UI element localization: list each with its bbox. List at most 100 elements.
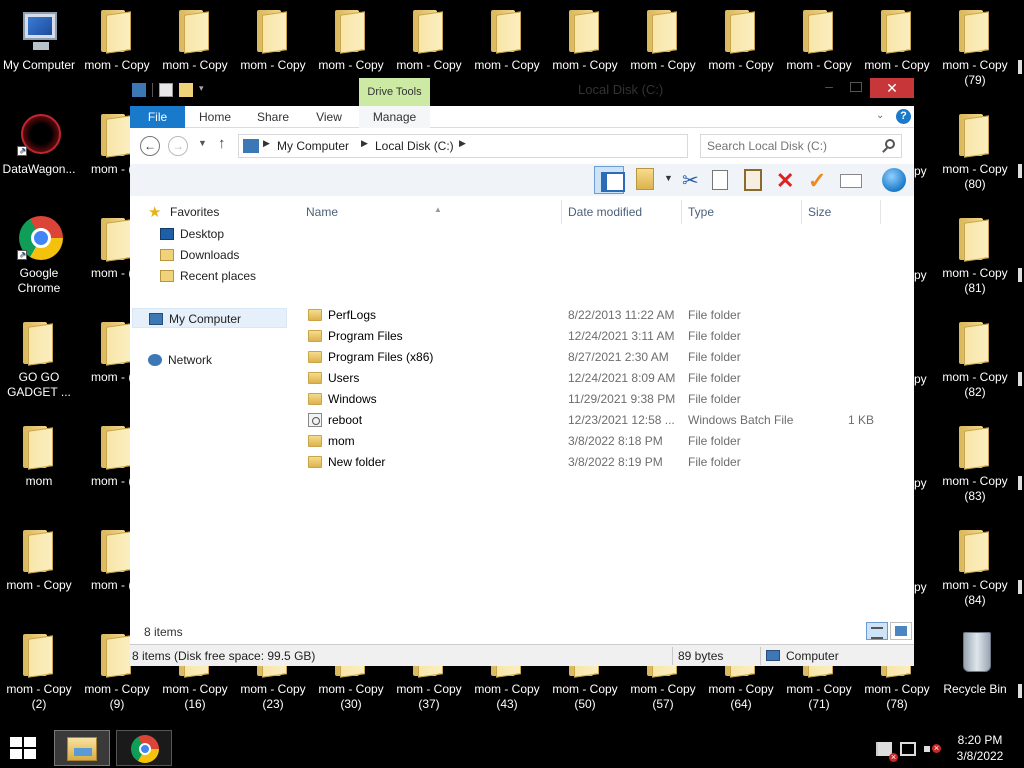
tab-file[interactable]: File [130,106,185,128]
column-divider[interactable] [681,200,682,224]
desktop-icon-top-1[interactable]: mom - Copy [156,6,234,73]
sidebar-item-label: Recent places [180,269,257,283]
desktop-icon-google-chrome[interactable]: ↗ Google Chrome [0,214,78,296]
column-header-type[interactable]: Type [688,200,788,224]
maximize-button[interactable] [842,78,868,98]
desktop-icon-top-6[interactable]: mom - Copy [546,6,624,73]
desktop-icon-top-8[interactable]: mom - Copy [702,6,780,73]
desktop-icon-label: mom [25,474,53,488]
sidebar-item-network[interactable]: Network [148,350,212,370]
globe-icon[interactable] [882,168,906,192]
rename-icon[interactable] [840,174,862,188]
column-divider[interactable] [801,200,802,224]
breadcrumb-chevron-icon[interactable]: ▶ [263,138,270,149]
desktop-icon-top-9[interactable]: mom - Copy [780,6,858,73]
breadcrumb-chevron-icon[interactable]: ▶ [459,138,466,149]
column-divider[interactable] [880,200,881,224]
address-bar[interactable]: ▶ My Computer ▶ Local Disk (C:) ▶ ⌄ ↻ [238,134,787,158]
forward-button[interactable]: → [168,136,188,156]
volume-muted-icon[interactable] [924,742,941,756]
folder-icon [308,393,322,405]
desktop-icon-go-go-gadget[interactable]: GO GO GADGET ... [0,318,78,400]
column-header-date[interactable]: Date modified [568,200,678,224]
file-date: 8/27/2021 2:30 AM [568,350,669,364]
desktop-icon-mom-copy-3[interactable]: mom - Copy [78,6,156,73]
desktop-icon-mom-copy-81[interactable]: mom - Copy (81) [936,214,1014,296]
tab-view[interactable]: View [304,106,354,128]
close-button[interactable]: ✕ [870,78,914,98]
desktop-icon-mom-copy-82[interactable]: mom - Copy (82) [936,318,1014,400]
back-button[interactable]: ← [140,136,160,156]
column-header-size[interactable]: Size [808,200,878,224]
details-view-button[interactable] [866,622,888,640]
minimize-button[interactable]: – [816,78,842,98]
start-button[interactable] [10,737,38,761]
desktop-icon-top-5[interactable]: mom - Copy [468,6,546,73]
desktop-icon-mom-copy-83[interactable]: mom - Copy (83) [936,422,1014,504]
delete-icon[interactable]: ✕ [776,168,802,194]
file-row[interactable]: Program Files (x86) 8/27/2021 2:30 AM File… [298,347,914,368]
properties-button[interactable] [636,168,654,190]
file-row[interactable]: mom 3/8/2022 8:18 PM File folder [298,431,914,452]
breadcrumb-my-computer[interactable]: My Computer [277,139,349,153]
file-row[interactable]: Program Files 12/24/2021 3:11 AM File fold… [298,326,914,347]
status-divider [760,647,761,665]
cut-icon[interactable]: ✂ [682,168,708,194]
file-row[interactable]: Windows 11/29/2021 9:38 PM File folder [298,389,914,410]
desktop-icon-label: mom - Copy (80) [942,162,1008,191]
tab-share[interactable]: Share [248,106,298,128]
new-folder-icon[interactable] [179,83,193,97]
qat-dropdown-icon[interactable]: ▾ [199,83,213,97]
desktop-icon-mom-copy-80[interactable]: mom - Copy (80) [936,110,1014,192]
desktop-icon-mom-copy-2[interactable]: mom - Copy (2) [0,630,78,712]
folder-icon [308,435,322,447]
file-row[interactable]: PerfLogs 8/22/2013 11:22 AM File folder [298,305,914,326]
breadcrumb-local-disk[interactable]: Local Disk (C:) [375,139,454,153]
desktop-icon-my-computer[interactable]: My Computer [0,6,78,73]
desktop-icon-mom-copy[interactable]: mom - Copy [0,526,78,593]
desktop-icon-datawagon[interactable]: ↗ DataWagon... [0,110,78,177]
recent-locations-icon[interactable]: ▼ [198,138,207,148]
desktop-icon-mom-copy-79[interactable]: mom - Copy (79) [936,6,1014,88]
desktop-icon-top-2[interactable]: mom - Copy [234,6,312,73]
sidebar-item-recent-places[interactable]: Recent places [160,266,256,286]
search-input[interactable] [707,136,877,156]
properties-icon[interactable] [159,83,173,97]
expand-ribbon-icon[interactable]: ⌄ [876,110,884,121]
network-icon[interactable] [900,742,916,756]
file-row[interactable]: reboot 12/23/2021 12:58 ... Windows Batch … [298,410,914,431]
desktop-icon-top-10[interactable]: mom - Copy [858,6,936,73]
column-divider[interactable] [561,200,562,224]
search-icon[interactable] [885,139,895,149]
desktop-icon-recycle-bin[interactable]: Recycle Bin [936,630,1014,697]
paste-icon[interactable] [744,169,762,191]
checkmark-icon[interactable]: ✓ [808,168,834,194]
breadcrumb-chevron-icon[interactable]: ▶ [361,138,368,149]
desktop-icon-mom-copy-84[interactable]: mom - Copy (84) [936,526,1014,608]
desktop-icon-mom[interactable]: mom [0,422,78,489]
column-header-name[interactable]: Name ▲ [306,200,562,224]
file-row[interactable]: Users 12/24/2021 8:09 AM File folder [298,368,914,389]
title-bar[interactable]: ▾ Drive Tools Local Disk (C:) – ✕ [130,78,914,106]
sidebar-item-my-computer[interactable]: My Computer [132,308,287,328]
action-center-flag-icon[interactable] [876,742,898,762]
desktop-icon-label: mom - Copy (16) [162,682,228,711]
folder-icon [308,372,322,384]
tab-manage[interactable]: Manage [359,106,430,128]
desktop-icon-top-3[interactable]: mom - Copy [312,6,390,73]
desktop-icon-top-4[interactable]: mom - Copy [390,6,468,73]
taskbar-file-explorer[interactable] [54,730,110,766]
sidebar-item-desktop[interactable]: Desktop [160,224,224,244]
taskbar-chrome[interactable] [116,730,172,766]
up-button[interactable]: ↑ [218,135,226,152]
navigation-pane-button[interactable] [594,166,625,194]
file-row[interactable]: New folder 3/8/2022 8:19 PM File folder [298,452,914,473]
help-icon[interactable]: ? [896,109,911,124]
tab-home[interactable]: Home [190,106,240,128]
desktop-icon-top-7[interactable]: mom - Copy [624,6,702,73]
system-clock[interactable]: 8:20 PM 3/8/2022 [950,732,1010,764]
copy-icon[interactable] [712,170,728,190]
sidebar-item-favorites[interactable]: ★ Favorites [148,202,219,222]
sidebar-item-downloads[interactable]: Downloads [160,245,239,265]
large-icons-view-button[interactable] [890,622,912,640]
